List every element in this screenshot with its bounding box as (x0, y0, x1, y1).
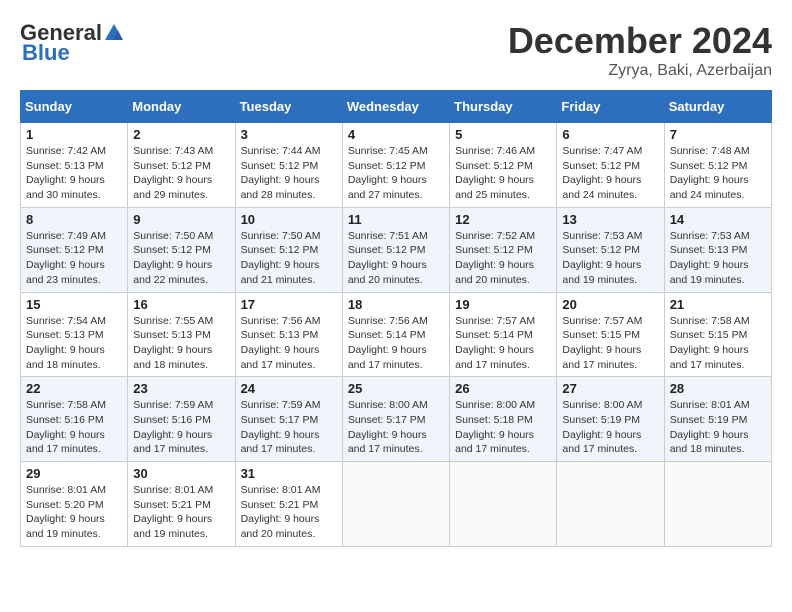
week-row-1: 1 Sunrise: 7:42 AMSunset: 5:13 PMDayligh… (21, 123, 772, 208)
week-row-4: 22 Sunrise: 7:58 AMSunset: 5:16 PMDaylig… (21, 377, 772, 462)
header: General Blue December 2024 Zyrya, Baki, … (20, 20, 772, 80)
day-2: 2 Sunrise: 7:43 AMSunset: 5:12 PMDayligh… (128, 123, 235, 208)
logo-blue-text: Blue (20, 40, 70, 66)
calendar-table: Sunday Monday Tuesday Wednesday Thursday… (20, 90, 772, 547)
header-wednesday: Wednesday (342, 91, 449, 123)
day-20: 20 Sunrise: 7:57 AMSunset: 5:15 PMDaylig… (557, 292, 664, 377)
day-5: 5 Sunrise: 7:46 AMSunset: 5:12 PMDayligh… (450, 123, 557, 208)
day-26: 26 Sunrise: 8:00 AMSunset: 5:18 PMDaylig… (450, 377, 557, 462)
week-row-5: 29 Sunrise: 8:01 AMSunset: 5:20 PMDaylig… (21, 462, 772, 547)
empty-cell-1 (342, 462, 449, 547)
day-17: 17 Sunrise: 7:56 AMSunset: 5:13 PMDaylig… (235, 292, 342, 377)
day-27: 27 Sunrise: 8:00 AMSunset: 5:19 PMDaylig… (557, 377, 664, 462)
day-24: 24 Sunrise: 7:59 AMSunset: 5:17 PMDaylig… (235, 377, 342, 462)
logo: General Blue (20, 20, 126, 66)
location-subtitle: Zyrya, Baki, Azerbaijan (508, 62, 772, 80)
day-7: 7 Sunrise: 7:48 AMSunset: 5:12 PMDayligh… (664, 123, 771, 208)
day-3: 3 Sunrise: 7:44 AMSunset: 5:12 PMDayligh… (235, 123, 342, 208)
day-8: 8 Sunrise: 7:49 AMSunset: 5:12 PMDayligh… (21, 207, 128, 292)
day-23: 23 Sunrise: 7:59 AMSunset: 5:16 PMDaylig… (128, 377, 235, 462)
day-18: 18 Sunrise: 7:56 AMSunset: 5:14 PMDaylig… (342, 292, 449, 377)
day-19: 19 Sunrise: 7:57 AMSunset: 5:14 PMDaylig… (450, 292, 557, 377)
day-10: 10 Sunrise: 7:50 AMSunset: 5:12 PMDaylig… (235, 207, 342, 292)
day-31: 31 Sunrise: 8:01 AMSunset: 5:21 PMDaylig… (235, 462, 342, 547)
empty-cell-3 (557, 462, 664, 547)
week-row-3: 15 Sunrise: 7:54 AMSunset: 5:13 PMDaylig… (21, 292, 772, 377)
logo-icon (103, 22, 125, 44)
day-29: 29 Sunrise: 8:01 AMSunset: 5:20 PMDaylig… (21, 462, 128, 547)
day-14: 14 Sunrise: 7:53 AMSunset: 5:13 PMDaylig… (664, 207, 771, 292)
day-16: 16 Sunrise: 7:55 AMSunset: 5:13 PMDaylig… (128, 292, 235, 377)
header-friday: Friday (557, 91, 664, 123)
day-4: 4 Sunrise: 7:45 AMSunset: 5:12 PMDayligh… (342, 123, 449, 208)
title-area: December 2024 Zyrya, Baki, Azerbaijan (508, 20, 772, 80)
day-30: 30 Sunrise: 8:01 AMSunset: 5:21 PMDaylig… (128, 462, 235, 547)
day-15: 15 Sunrise: 7:54 AMSunset: 5:13 PMDaylig… (21, 292, 128, 377)
day-12: 12 Sunrise: 7:52 AMSunset: 5:12 PMDaylig… (450, 207, 557, 292)
header-monday: Monday (128, 91, 235, 123)
day-13: 13 Sunrise: 7:53 AMSunset: 5:12 PMDaylig… (557, 207, 664, 292)
day-28: 28 Sunrise: 8:01 AMSunset: 5:19 PMDaylig… (664, 377, 771, 462)
header-saturday: Saturday (664, 91, 771, 123)
day-21: 21 Sunrise: 7:58 AMSunset: 5:15 PMDaylig… (664, 292, 771, 377)
day-11: 11 Sunrise: 7:51 AMSunset: 5:12 PMDaylig… (342, 207, 449, 292)
day-1: 1 Sunrise: 7:42 AMSunset: 5:13 PMDayligh… (21, 123, 128, 208)
header-tuesday: Tuesday (235, 91, 342, 123)
empty-cell-4 (664, 462, 771, 547)
month-title: December 2024 (508, 20, 772, 62)
day-25: 25 Sunrise: 8:00 AMSunset: 5:17 PMDaylig… (342, 377, 449, 462)
day-9: 9 Sunrise: 7:50 AMSunset: 5:12 PMDayligh… (128, 207, 235, 292)
header-thursday: Thursday (450, 91, 557, 123)
day-6: 6 Sunrise: 7:47 AMSunset: 5:12 PMDayligh… (557, 123, 664, 208)
header-sunday: Sunday (21, 91, 128, 123)
week-row-2: 8 Sunrise: 7:49 AMSunset: 5:12 PMDayligh… (21, 207, 772, 292)
header-row: Sunday Monday Tuesday Wednesday Thursday… (21, 91, 772, 123)
empty-cell-2 (450, 462, 557, 547)
day-22: 22 Sunrise: 7:58 AMSunset: 5:16 PMDaylig… (21, 377, 128, 462)
